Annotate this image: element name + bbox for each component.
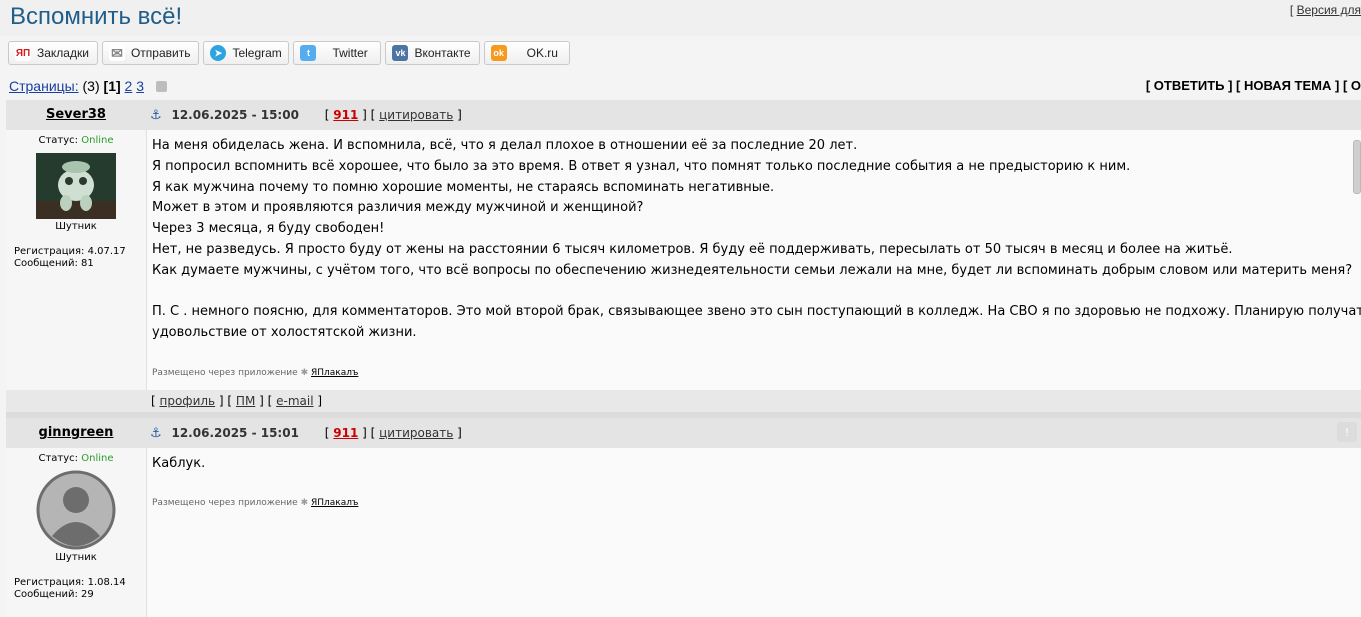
avatar[interactable]: [36, 153, 116, 219]
email-link[interactable]: e-mail: [276, 394, 313, 408]
author-stats: Регистрация: 1.08.14 Сообщений: 29: [6, 577, 146, 601]
post-text: Каблук.: [152, 456, 206, 471]
topic-actions[interactable]: [ ОТВЕТИТЬ ] [ НОВАЯ ТЕМА ] [ О: [1146, 78, 1361, 93]
page-link-3[interactable]: 3: [136, 78, 144, 94]
post-header: Sever38 ⚓ 12.06.2025 - 15:00 [ 911 ] [ ц…: [6, 100, 1361, 130]
share-send-button[interactable]: ✉ Отправить: [101, 41, 200, 65]
quote-link[interactable]: цитировать: [379, 108, 453, 122]
post-header: ginngreen ⚓ 12.06.2025 - 15:01 [ 911 ] […: [6, 418, 1361, 448]
ok-icon: ok: [490, 45, 507, 61]
author-registration: Регистрация: 1.08.14: [14, 577, 126, 588]
print-version: [ Версия для: [1289, 3, 1361, 17]
posted-via: Размещено через приложение ✱ ЯПлакалъ: [152, 368, 359, 378]
android-icon: ✱: [300, 498, 309, 508]
share-vk-button[interactable]: vk Вконтакте: [385, 41, 480, 65]
post-datetime: 12.06.2025 - 15:01: [171, 426, 299, 440]
post-datetime: 12.06.2025 - 15:00: [171, 108, 299, 122]
anchor-icon[interactable]: ⚓: [150, 426, 162, 441]
author-name[interactable]: Sever38: [6, 100, 146, 130]
post: Sever38 ⚓ 12.06.2025 - 15:00 [ 911 ] [ ц…: [6, 100, 1361, 412]
author-status: Статус: Online: [38, 135, 114, 146]
pagination: Страницы: (3) [1] 2 3: [9, 78, 167, 94]
jump-page-icon[interactable]: [155, 81, 167, 92]
text-scrollbar[interactable]: [1353, 140, 1361, 194]
topic-header: Вспомнить всё! [ Версия для: [0, 0, 1361, 36]
avatar-image: [36, 153, 116, 219]
share-ok-button[interactable]: ok OK.ru: [483, 41, 570, 65]
posted-via: Размещено через приложение ✱ ЯПлакалъ: [152, 498, 359, 508]
author-panel: Статус: Online Шутник Регистрация: 4.07.…: [6, 130, 146, 390]
author-name[interactable]: ginngreen: [6, 418, 146, 448]
android-icon: ✱: [300, 368, 309, 378]
share-bar: ЯП Закладки ✉ Отправить ➤ Telegram t Twi…: [8, 41, 570, 67]
pm-link[interactable]: ПМ: [236, 394, 255, 408]
author-rank: Шутник: [55, 552, 97, 563]
post-rating[interactable]: 911: [333, 108, 358, 122]
author-stats: Регистрация: 4.07.17 Сообщений: 81: [6, 246, 146, 270]
current-page: [1]: [103, 78, 121, 94]
default-avatar-icon: [36, 470, 116, 550]
author-registration: Регистрация: 4.07.17: [14, 246, 126, 257]
report-icon[interactable]: !: [1337, 422, 1357, 442]
quote-link[interactable]: цитировать: [379, 426, 453, 440]
yp-icon: ЯП: [15, 45, 31, 61]
vk-icon: vk: [392, 45, 409, 61]
author-panel: Статус: Online Шутник Регистрация: 1.08.…: [6, 448, 146, 617]
post-meta: ⚓ 12.06.2025 - 15:01 [ 911 ] [ цитироват…: [150, 426, 462, 441]
post-body: Каблук. Размещено через приложение ✱ ЯПл…: [146, 448, 1361, 617]
post-rating[interactable]: 911: [333, 426, 358, 440]
forum-page: Вспомнить всё! [ Версия для ЯП Закладки …: [0, 0, 1361, 617]
author-message-count: Сообщений: 81: [14, 258, 94, 269]
avatar[interactable]: [36, 470, 116, 550]
post-meta: ⚓ 12.06.2025 - 15:00 [ 911 ] [ цитироват…: [150, 108, 462, 123]
mail-icon: ✉: [108, 45, 125, 61]
telegram-icon: ➤: [210, 45, 227, 61]
author-status: Статус: Online: [38, 453, 114, 464]
pages-link[interactable]: Страницы:: [9, 78, 79, 94]
post-text: На меня обиделась жена. И вспомнила, всё…: [152, 138, 1361, 341]
share-twitter-button[interactable]: t Twitter: [293, 41, 382, 65]
author-rank: Шутник: [55, 221, 97, 232]
share-bookmarks-button[interactable]: ЯП Закладки: [8, 41, 98, 65]
twitter-icon: t: [300, 45, 317, 61]
anchor-icon[interactable]: ⚓: [150, 108, 162, 123]
page-link-2[interactable]: 2: [125, 78, 133, 94]
post: ginngreen ⚓ 12.06.2025 - 15:01 [ 911 ] […: [6, 418, 1361, 617]
topic-title: Вспомнить всё!: [10, 3, 183, 30]
share-telegram-button[interactable]: ➤ Telegram: [203, 41, 290, 65]
post-body: На меня обиделась жена. И вспомнила, всё…: [146, 130, 1361, 390]
post-footer: [ профиль ] [ ПМ ] [ e-mail ]: [146, 390, 1361, 412]
app-link[interactable]: ЯПлакалъ: [311, 368, 358, 378]
app-link[interactable]: ЯПлакалъ: [311, 498, 358, 508]
author-message-count: Сообщений: 29: [14, 589, 94, 600]
profile-link[interactable]: профиль: [160, 394, 216, 408]
print-version-link[interactable]: Версия для: [1297, 3, 1361, 17]
